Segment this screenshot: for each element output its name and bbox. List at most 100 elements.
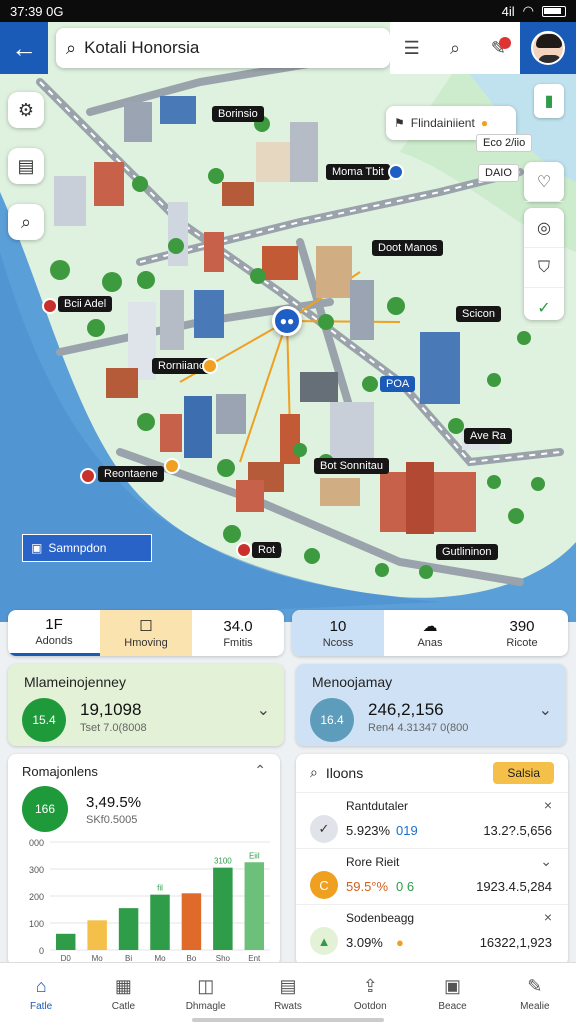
current-location-pin[interactable]: ●● [272, 306, 302, 336]
menu-list-icon[interactable]: ☰ [395, 31, 429, 65]
settings-gear-icon[interactable]: ⚙ [8, 92, 44, 128]
tabs-left: 1F Adonds ☐ Hmoving 34.0 Fmitis [8, 610, 284, 656]
map-label-2[interactable]: Doot Manos [372, 240, 444, 256]
chevron-up-icon[interactable]: ⌃ [254, 762, 266, 779]
list-item[interactable]: Rore Rieit ⌄ C 59.5°% 0 6 1923.4.5,284 [296, 848, 568, 906]
bar[interactable] [55, 933, 76, 950]
stat-card-left[interactable]: Mlameinojenney 15.4 19,1098 Tset 7.0(800… [8, 664, 284, 746]
building-icon: ▲ [310, 927, 338, 955]
bottom-nav: ⌂ Fatle ▦ Catle ◫ Dhmagle ▤ Rwats ⇪ Ootdon ▣ B… [0, 962, 576, 1024]
map-label-6[interactable]: Reontaene [98, 466, 164, 482]
list-item[interactable]: Rantdutaler × ✓ 5.923% 019 13.2?.5,656 [296, 792, 568, 850]
share-icon: ⇪ [362, 975, 378, 996]
map-label-8[interactable]: Rot [252, 542, 282, 558]
nav-document[interactable]: ▤ Rwats [247, 963, 329, 1024]
map-label-11[interactable]: Ave Ra [464, 428, 512, 444]
bar-chart: 0100200300000D0 Mo BifilMo Bo3100ShoEiilEnt [29, 838, 270, 963]
pen-icon: ✎ [527, 975, 543, 996]
nav-home[interactable]: ⌂ Fatle [0, 963, 82, 1024]
tab-adonds[interactable]: 1F Adonds [8, 610, 100, 656]
layers-icon[interactable]: ♡ [524, 162, 564, 202]
bar[interactable] [87, 920, 107, 950]
chevron-down-icon[interactable]: ⌄ [540, 853, 552, 870]
bar-chart-icon[interactable]: ▮ [534, 84, 564, 118]
map-label-3[interactable]: Scicon [456, 306, 502, 322]
cloud-icon: ☁ [422, 618, 438, 635]
shield-icon[interactable]: ⛉ [524, 248, 564, 288]
map-label-4[interactable]: Bcii Adel [58, 296, 113, 312]
calendar-icon[interactable]: ▤ [8, 148, 44, 184]
top-action-icons: ☰ ⌕ ✎ [390, 22, 520, 74]
chevron-down-icon[interactable]: ⌄ [539, 700, 552, 720]
coin-icon: C [310, 871, 338, 899]
bar[interactable] [181, 893, 202, 950]
list-header: ⌕ Iloons [310, 764, 364, 781]
search-icon[interactable]: ⌕ [438, 31, 472, 65]
stat-badge: 15.4 [22, 698, 66, 742]
home-indicator [192, 1018, 384, 1022]
tab-ricote[interactable]: 390 Ricote [476, 610, 568, 656]
search-bar[interactable]: ⌕ [56, 28, 390, 68]
box-icon: ☐ [139, 618, 153, 635]
status-time: 37:39 0G [10, 3, 64, 19]
coin-icon: ● [480, 116, 489, 130]
eco-chip[interactable]: Eco 2/iio [476, 134, 533, 152]
bar[interactable] [118, 908, 139, 950]
check-shield-icon[interactable]: ✓ [524, 288, 564, 328]
search-icon: ⌕ [66, 37, 77, 58]
close-icon[interactable]: × [544, 909, 552, 925]
map-label-7[interactable]: Bot Sonnitau [314, 458, 389, 474]
search-input[interactable] [84, 38, 345, 58]
tools-icon[interactable]: ✎ [481, 31, 515, 65]
map-pin-red[interactable] [42, 298, 58, 314]
nav-bag[interactable]: ◫ Dhmagle [165, 963, 247, 1024]
back-arrow-icon[interactable]: ← [0, 22, 48, 74]
y-tick-label: 300 [29, 865, 44, 875]
filter-icon: ⌕ [310, 764, 318, 780]
map-pin-orange[interactable] [164, 458, 180, 474]
map-label-1[interactable]: Moma Tbit [326, 164, 390, 180]
legend-icon: ▣ [31, 541, 43, 555]
map-label-9[interactable]: Gutlininon [436, 544, 498, 560]
map-tools-panel-2: ◎ ⛉ ✓ [524, 208, 564, 328]
map-legend-tag[interactable]: ▣ Samnpdon [22, 534, 152, 562]
map-pin-red[interactable] [80, 468, 96, 484]
list-item[interactable]: Sodenbeagg × ▲ 3.09% ● 16322,1,923 [296, 904, 568, 962]
tab-anas[interactable]: ☁ Anas [384, 610, 476, 656]
status-bar: 37:39 0G 4il ◠ [0, 0, 576, 22]
map-label-0[interactable]: Borinsio [212, 106, 264, 122]
nav-briefcase[interactable]: ▣ Beace [411, 963, 493, 1024]
city-map[interactable]: ⚑ Flindainiient ● Eco 2/iio DAIO Borinsi… [0, 22, 576, 622]
tab-ncoss[interactable]: 10 Ncoss [292, 610, 384, 656]
bar-value-label: Eiil [249, 851, 260, 860]
close-icon[interactable]: × [544, 797, 552, 813]
stat-card-right[interactable]: Menoojamay 16.4 246,2,156 Ren4 4.31347 0… [296, 664, 566, 746]
badge-icon[interactable]: ◎ [524, 208, 564, 248]
map-label-dario: DAIO [478, 164, 519, 182]
tab-hmoving[interactable]: ☐ Hmoving [100, 610, 192, 656]
status-icons: 4il ◠ [502, 3, 566, 19]
avatar [531, 31, 565, 65]
bar[interactable] [150, 894, 170, 950]
notification-dot [499, 37, 512, 49]
bag-icon: ◫ [197, 975, 215, 996]
map-pin-red[interactable] [236, 542, 252, 558]
home-icon: ⌂ [35, 975, 47, 996]
chevron-down-icon[interactable]: ⌄ [257, 700, 270, 720]
tabs-right: 10 Ncoss ☁ Anas 390 Ricote [292, 610, 568, 656]
nav-pen[interactable]: ✎ Mealie [494, 963, 576, 1024]
tab-fmitis[interactable]: 34.0 Fmitis [192, 610, 284, 656]
sales-button[interactable]: Salsia [493, 762, 554, 784]
notification-text: Flindainiient [410, 116, 475, 130]
map-pin-orange[interactable] [202, 358, 218, 374]
map-label-10[interactable]: POA [380, 376, 416, 392]
bar-value-label: 3100 [214, 857, 232, 866]
map-pin-blue[interactable] [388, 164, 404, 180]
profile-button[interactable] [520, 22, 576, 74]
search-icon[interactable]: ⌕ [8, 204, 44, 240]
check-icon: ✓ [310, 815, 338, 843]
nav-calendar[interactable]: ▦ Catle [82, 963, 164, 1024]
bar[interactable] [244, 862, 265, 950]
bar[interactable] [213, 867, 233, 950]
nav-share[interactable]: ⇪ Ootdon [329, 963, 411, 1024]
